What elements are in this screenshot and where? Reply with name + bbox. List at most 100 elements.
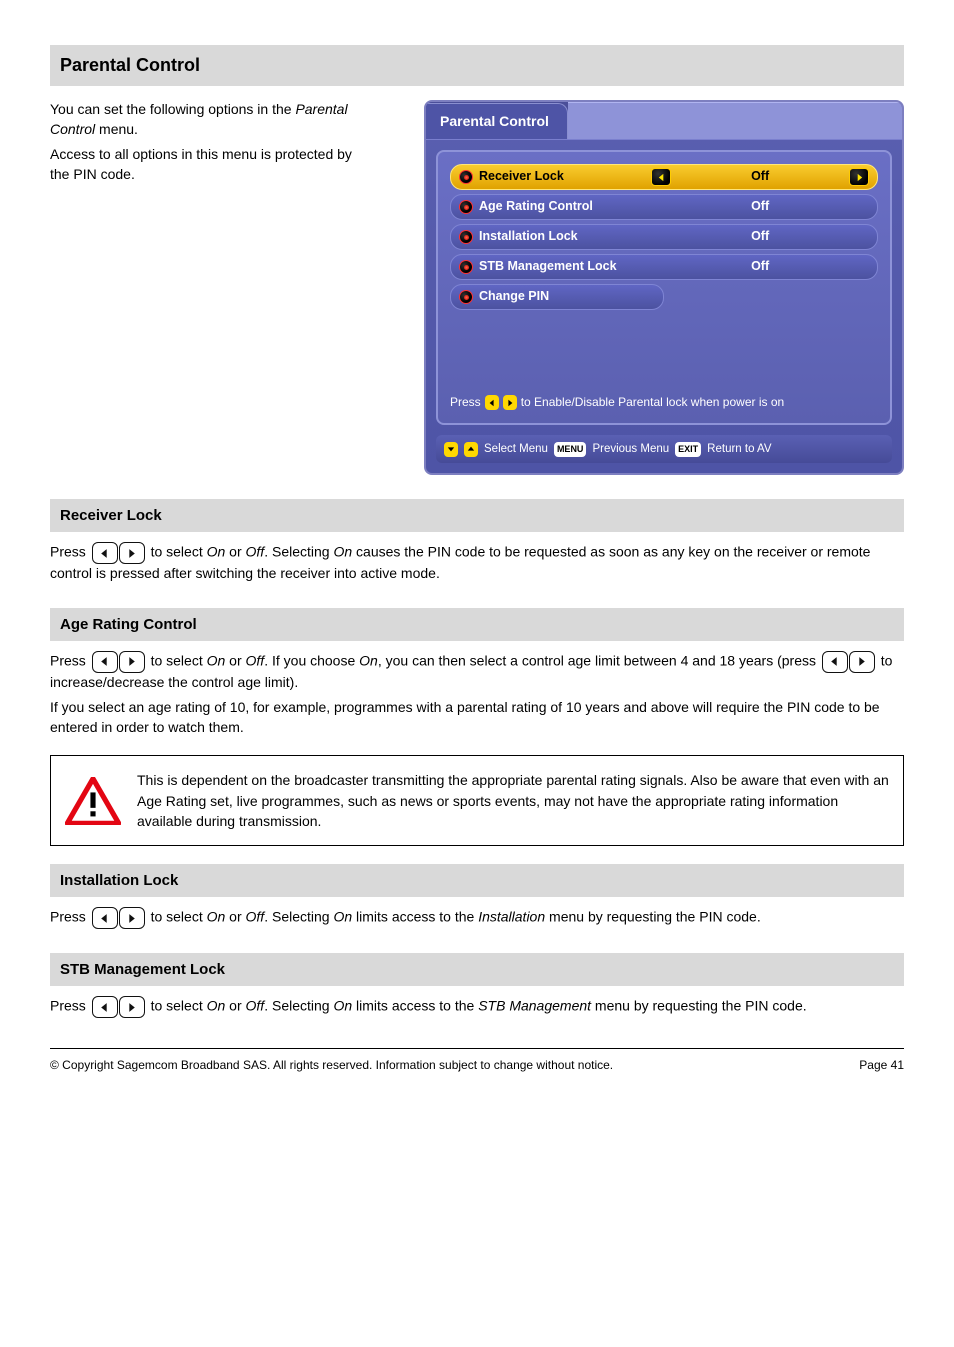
panel-hint: Press to Enable/Disable Parental lock wh… [450,394,878,411]
installation-lock-para: Press to select On or Off. Selecting On … [50,907,904,929]
tab-row: Parental Control [426,102,902,140]
menu-label: STB Management Lock [479,258,651,276]
txt: Press [50,998,90,1014]
page-number: Page 41 [859,1057,904,1074]
on-value: On [207,998,226,1014]
txt: to select [151,544,207,560]
footer-select-label: Select Menu [484,441,548,457]
bullet-icon [459,200,473,214]
on-value: On [207,909,226,925]
warning-triangle-icon [65,777,121,825]
off-value: Off [246,652,265,668]
menu-name: Installation [478,909,545,925]
left-right-arrows-icon [92,996,145,1018]
txt: limits access to the [352,998,478,1014]
txt: menu by requesting the PIN code. [545,909,761,925]
parental-control-panel: Parental Control Receiver Lock Off Age R… [424,100,904,475]
warning-note: This is dependent on the broadcaster tra… [50,755,904,846]
menu-row-change-pin[interactable]: Change PIN [450,284,664,310]
subheader-receiver-lock: Receiver Lock [50,499,904,532]
on-value: On [207,652,226,668]
menu-row-stb-lock[interactable]: STB Management Lock Off [450,254,878,280]
tab-parental-control[interactable]: Parental Control [426,103,568,140]
stb-lock-para: Press to select On or Off. Selecting On … [50,996,904,1018]
screenshot-container: Parental Control Receiver Lock Off Age R… [390,100,904,475]
txt: limits access to the [352,909,478,925]
txt: . Selecting [264,909,333,925]
section-header: Parental Control [50,45,904,86]
page-footer: © Copyright Sagemcom Broadband SAS. All … [50,1048,904,1074]
off-value: Off [246,909,265,925]
off-value: Off [246,998,265,1014]
on-value2: On [359,652,378,668]
txt: or [225,652,245,668]
txt: . Selecting [264,998,333,1014]
bullet-icon [459,290,473,304]
bullet-icon [459,170,473,184]
intro-line1b: menu. [95,121,138,137]
top-columns: You can set the following options in the… [50,100,904,475]
left-right-arrows-icon [822,651,875,673]
intro-line1a: You can set the following options in the [50,101,295,117]
menu-row-installation-lock[interactable]: Installation Lock Off [450,224,878,250]
bullet-icon [459,260,473,274]
txt: , you can then select a control age limi… [378,652,820,668]
txt: or [225,998,245,1014]
tab-remainder [568,102,902,139]
menu-row-age-rating[interactable]: Age Rating Control Off [450,194,878,220]
txt: . Selecting [264,544,333,560]
arrow-left-icon [485,395,499,410]
on-value2: On [333,909,352,925]
arrow-up-icon [464,442,478,457]
txt: . If you choose [264,652,359,668]
subheader-age-rating: Age Rating Control [50,608,904,641]
txt: to select [151,652,207,668]
on-value: On [207,544,226,560]
footer-return-label: Return to AV [707,441,771,457]
arrow-right-icon[interactable] [849,168,869,186]
menu-label: Change PIN [479,288,655,306]
txt: or [225,544,245,560]
txt: or [225,909,245,925]
menu-name: STB Management [478,998,591,1014]
left-right-arrows-icon [92,542,145,564]
txt: Press [50,909,90,925]
intro-line2: Access to all options in this menu is pr… [50,145,370,184]
on-value2: On [333,544,352,560]
bullet-icon [459,230,473,244]
menu-value: Off [651,258,869,276]
subheader-stb-lock: STB Management Lock [50,953,904,986]
txt: to select [151,998,207,1014]
hint-suffix: to Enable/Disable Parental lock when pow… [521,394,784,411]
copyright-text: © Copyright Sagemcom Broadband SAS. All … [50,1057,613,1074]
txt: to select [151,909,207,925]
menu-row-receiver-lock[interactable]: Receiver Lock Off [450,164,878,190]
menu-value: Off [651,228,869,246]
menu-value: Off [651,198,869,216]
txt: Press [50,652,90,668]
on-value2: On [333,998,352,1014]
menu-label: Installation Lock [479,228,651,246]
arrow-left-icon[interactable] [651,168,671,186]
panel-body: Receiver Lock Off Age Rating Control Off… [436,150,892,425]
txt: menu by requesting the PIN code. [591,998,807,1014]
arrow-down-icon [444,442,458,457]
intro-text: You can set the following options in the… [50,100,370,475]
age-rating-para1: Press to select On or Off. If you choose… [50,651,904,693]
subheader-installation-lock: Installation Lock [50,864,904,897]
panel-footer-bar: Select Menu MENU Previous Menu EXIT Retu… [436,435,892,463]
arrow-right-icon [503,395,517,410]
menu-value: Off [671,168,849,186]
txt: Press [50,544,90,560]
left-right-arrows-icon [92,651,145,673]
menu-pill: MENU [554,442,587,457]
left-right-arrows-icon [92,907,145,929]
menu-label: Receiver Lock [479,168,651,186]
age-rating-para2: If you select an age rating of 10, for e… [50,698,904,737]
off-value: Off [246,544,265,560]
menu-label: Age Rating Control [479,198,651,216]
exit-pill: EXIT [675,442,701,457]
footer-prev-label: Previous Menu [592,441,669,457]
receiver-lock-para: Press to select On or Off. Selecting On … [50,542,904,584]
warning-text: This is dependent on the broadcaster tra… [137,770,889,831]
